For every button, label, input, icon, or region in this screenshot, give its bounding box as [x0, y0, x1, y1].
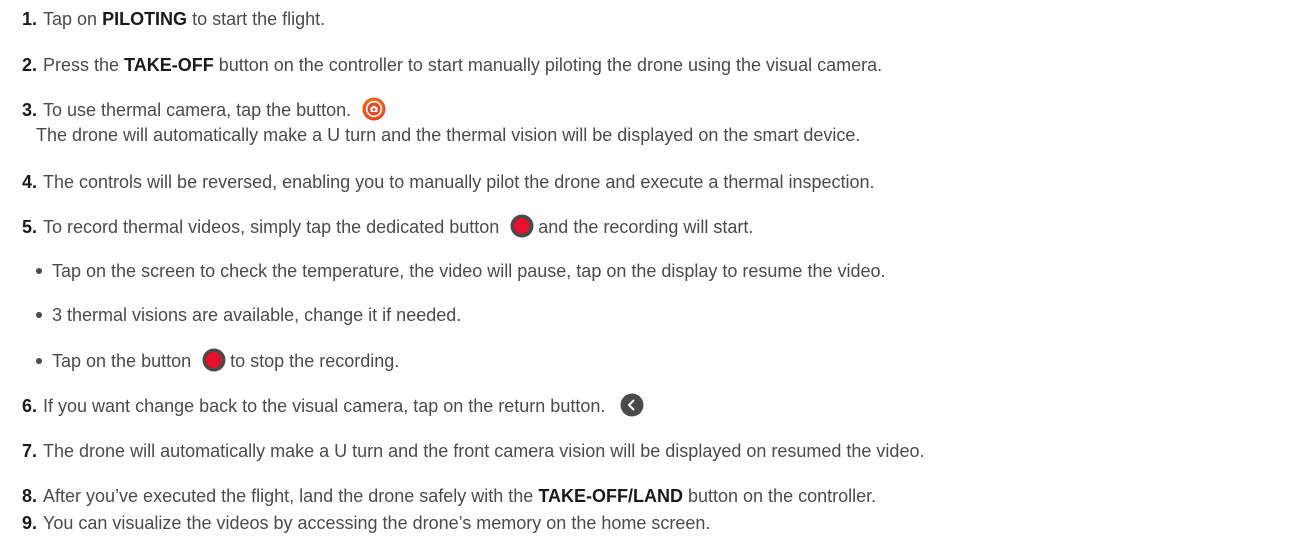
- bullet-dot: [36, 357, 42, 364]
- step-8: 8. After you’ve executed the flight, land…: [22, 486, 877, 506]
- instructions-document: 1. Tap on PILOTING to start the flight. 2…: [0, 0, 1315, 538]
- take-off-label: TAKE-OFF: [124, 55, 214, 75]
- bullet-dot: [36, 311, 42, 318]
- step-number: 7.: [22, 441, 38, 461]
- bullet-dot: [36, 267, 42, 274]
- step-2: 2. Press the TAKE-OFF button on the contr…: [22, 55, 883, 75]
- thermal-camera-icon: [362, 97, 386, 121]
- step-number: 8.: [22, 486, 38, 506]
- step-7: 7. The drone will automatically make a U …: [22, 441, 925, 461]
- step-3: 3. To use thermal camera, tap the button.: [22, 97, 386, 125]
- step-number: 9.: [22, 513, 38, 533]
- step-number: 3.: [22, 99, 38, 120]
- step-1: 1. Tap on PILOTING to start the flight.: [22, 9, 326, 29]
- sub-bullet-3: Tap on the button to stop the recording.: [36, 348, 399, 376]
- step-number: 6.: [22, 395, 38, 416]
- step-number: 2.: [22, 55, 38, 75]
- sub-bullet-2: 3 thermal visions are available, change …: [36, 303, 461, 327]
- step-number: 5.: [22, 216, 38, 237]
- step-4: 4. The controls will be reversed, enablin…: [22, 172, 875, 192]
- step-3-continuation: The drone will automatically make a U tu…: [36, 125, 861, 145]
- piloting-label: PILOTING: [102, 9, 188, 29]
- sub-bullet-1: Tap on the screen to check the temperatu…: [36, 259, 886, 283]
- step-6: 6. If you want change back to the visual …: [22, 393, 644, 421]
- step-number: 1.: [22, 9, 38, 29]
- step-9: 9. You can visualize the videos by access…: [22, 513, 711, 533]
- return-icon: [620, 393, 644, 417]
- step-5: 5. To record thermal videos, simply tap t…: [22, 214, 753, 242]
- step-number: 4.: [22, 172, 38, 192]
- record-icon: [202, 348, 226, 372]
- take-off-land-label: TAKE-OFF/LAND: [538, 486, 683, 506]
- record-icon: [510, 214, 534, 238]
